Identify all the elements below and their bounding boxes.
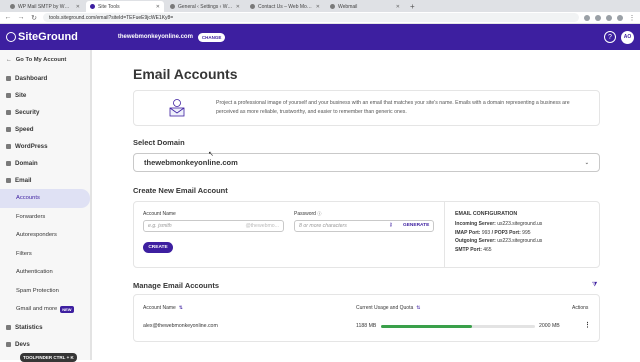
browser-tab-active[interactable]: Site Tools ✕ xyxy=(86,1,164,12)
question-icon[interactable]: ? xyxy=(604,31,616,43)
sidebar-subitem-filters[interactable]: Filters xyxy=(0,245,90,264)
favicon-icon xyxy=(90,4,95,9)
close-icon[interactable]: ✕ xyxy=(156,4,160,10)
mouse-cursor-icon: ↖ xyxy=(208,151,214,158)
forward-arrow-icon[interactable]: → xyxy=(17,14,25,21)
envelope-icon xyxy=(6,178,11,183)
back-arrow-icon[interactable]: ← xyxy=(4,14,12,21)
select-domain-heading: Select Domain xyxy=(133,138,185,147)
intro-card: Project a professional image of yourself… xyxy=(133,90,600,126)
new-badge: NEW xyxy=(60,305,74,313)
globe-icon xyxy=(6,161,11,166)
create-account-heading: Create New Email Account xyxy=(133,186,228,195)
key-icon[interactable]: ⚷ xyxy=(389,222,393,228)
column-header-actions: Actions xyxy=(572,305,589,311)
domain-select[interactable]: thewebmonkeyonline.com ⌄ xyxy=(133,153,600,172)
favicon-icon xyxy=(250,4,255,9)
favicon-icon xyxy=(10,4,15,9)
address-bar-row: ← → ↻ tools.siteground.com/email?siteId=… xyxy=(0,12,640,24)
account-email: alex@thewebmonkeyonline.com xyxy=(143,323,218,329)
usage-bar xyxy=(381,325,535,328)
sidebar-item-domain[interactable]: Domain xyxy=(0,155,90,172)
browser-tab[interactable]: Webmail ✕ xyxy=(326,1,404,12)
sidebar-item-site[interactable]: Site xyxy=(0,87,90,104)
browser-tab-strip: WP Mail SMTP by WPForms – ✕ Site Tools✕ … xyxy=(0,0,640,12)
create-button[interactable]: CREATE xyxy=(143,242,173,253)
browser-tab[interactable]: General ‹ Settings ‹ Web Monkey✕ xyxy=(166,1,244,12)
email-configuration: EMAIL CONFIGURATION Incoming Server: us2… xyxy=(444,201,600,268)
sort-icon[interactable]: ⇅ xyxy=(416,305,420,311)
generate-password-button[interactable]: GENERATE xyxy=(403,223,429,228)
info-icon[interactable]: ⓘ xyxy=(317,211,321,216)
go-to-my-account-link[interactable]: ← Go To My Account xyxy=(0,50,90,70)
extension-icon[interactable] xyxy=(584,14,590,21)
sort-icon[interactable]: ⇅ xyxy=(179,305,183,311)
manage-accounts-heading: Manage Email Accounts xyxy=(133,281,219,290)
extension-icon[interactable] xyxy=(606,14,612,21)
code-icon xyxy=(6,341,11,347)
sidebar-subitem-gmail[interactable]: Gmail and more NEW xyxy=(0,300,90,319)
column-header-account[interactable]: Account Name ⇅ xyxy=(143,305,183,311)
dashboard-icon xyxy=(6,76,11,81)
extension-icon[interactable] xyxy=(595,14,601,21)
change-site-button[interactable]: CHANGE xyxy=(197,32,226,42)
favicon-icon xyxy=(330,4,335,9)
filter-icon[interactable]: ⧩ xyxy=(592,282,597,289)
wordpress-icon xyxy=(6,144,11,149)
site-name: thewebmonkeyonline.com xyxy=(117,34,193,40)
sidebar-subitem-accounts[interactable]: Accounts xyxy=(0,189,90,208)
sidebar-item-devs[interactable]: Devs xyxy=(0,336,90,353)
sidebar-subitem-authentication[interactable]: Authentication xyxy=(0,263,90,282)
chart-icon xyxy=(6,324,11,330)
sidebar: ← Go To My Account Dashboard Site Securit… xyxy=(0,50,92,360)
logo-mark-icon xyxy=(6,32,16,42)
profile-icon[interactable] xyxy=(617,14,623,21)
sidebar-item-email[interactable]: Email xyxy=(0,172,90,189)
page-title: Email Accounts xyxy=(133,66,238,82)
usage-bar-fill xyxy=(381,325,473,328)
main-content: Email Accounts Project a professional im… xyxy=(92,50,640,360)
email-illustration-icon xyxy=(169,99,185,117)
close-icon[interactable]: ✕ xyxy=(316,4,320,10)
chevron-down-icon: ⌄ xyxy=(584,159,589,166)
rocket-icon xyxy=(6,127,11,132)
sidebar-subitem-forwarders[interactable]: Forwarders xyxy=(0,208,90,227)
browser-tab[interactable]: Contact Us – Web Monkey ✕ xyxy=(246,1,324,12)
avatar[interactable]: AO xyxy=(621,30,634,44)
reload-icon[interactable]: ↻ xyxy=(30,14,38,22)
usage-used: 1188 MB xyxy=(356,323,377,329)
browser-tab[interactable]: WP Mail SMTP by WPForms – ✕ xyxy=(6,1,84,12)
arrow-left-icon: ← xyxy=(6,57,12,63)
sidebar-item-dashboard[interactable]: Dashboard xyxy=(0,70,90,87)
close-icon[interactable]: ✕ xyxy=(396,4,400,10)
usage-quota: 2000 MB xyxy=(539,323,560,329)
site-icon xyxy=(6,93,11,98)
sidebar-item-security[interactable]: Security xyxy=(0,104,90,121)
app-header: SiteGround thewebmonkeyonline.com CHANGE… xyxy=(0,24,640,50)
sidebar-subitem-spam-protection[interactable]: Spam Protection xyxy=(0,282,90,301)
intro-text: Project a professional image of yourself… xyxy=(216,100,570,115)
sidebar-item-statistics[interactable]: Statistics xyxy=(0,319,90,336)
password-label: Password ⓘ xyxy=(294,211,322,217)
account-name-input[interactable]: e.g. jsmith @thewebmo... xyxy=(143,220,284,232)
lock-icon xyxy=(6,110,11,115)
sidebar-item-wordpress[interactable]: WordPress xyxy=(0,138,90,155)
sidebar-subitem-autoresponders[interactable]: Autoresponders xyxy=(0,226,90,245)
sidebar-item-speed[interactable]: Speed xyxy=(0,121,90,138)
close-icon[interactable]: ✕ xyxy=(236,4,240,10)
manage-accounts-card xyxy=(133,294,600,342)
new-tab-icon[interactable]: + xyxy=(406,1,419,12)
more-actions-icon[interactable]: ⋮ xyxy=(584,321,591,329)
column-header-usage[interactable]: Current Usage and Quota ⇅ xyxy=(356,305,420,311)
close-icon[interactable]: ✕ xyxy=(76,4,80,10)
toolfinder-button[interactable]: TOOLFINDER CTRL + K xyxy=(20,353,77,362)
url-input[interactable]: tools.siteground.com/email?siteId=TEFueE… xyxy=(43,13,579,22)
browser-menu-icon[interactable]: ⋮ xyxy=(628,14,636,22)
account-name-label: Account Name xyxy=(143,211,176,217)
siteground-logo[interactable]: SiteGround xyxy=(6,31,78,43)
favicon-icon xyxy=(170,4,175,9)
